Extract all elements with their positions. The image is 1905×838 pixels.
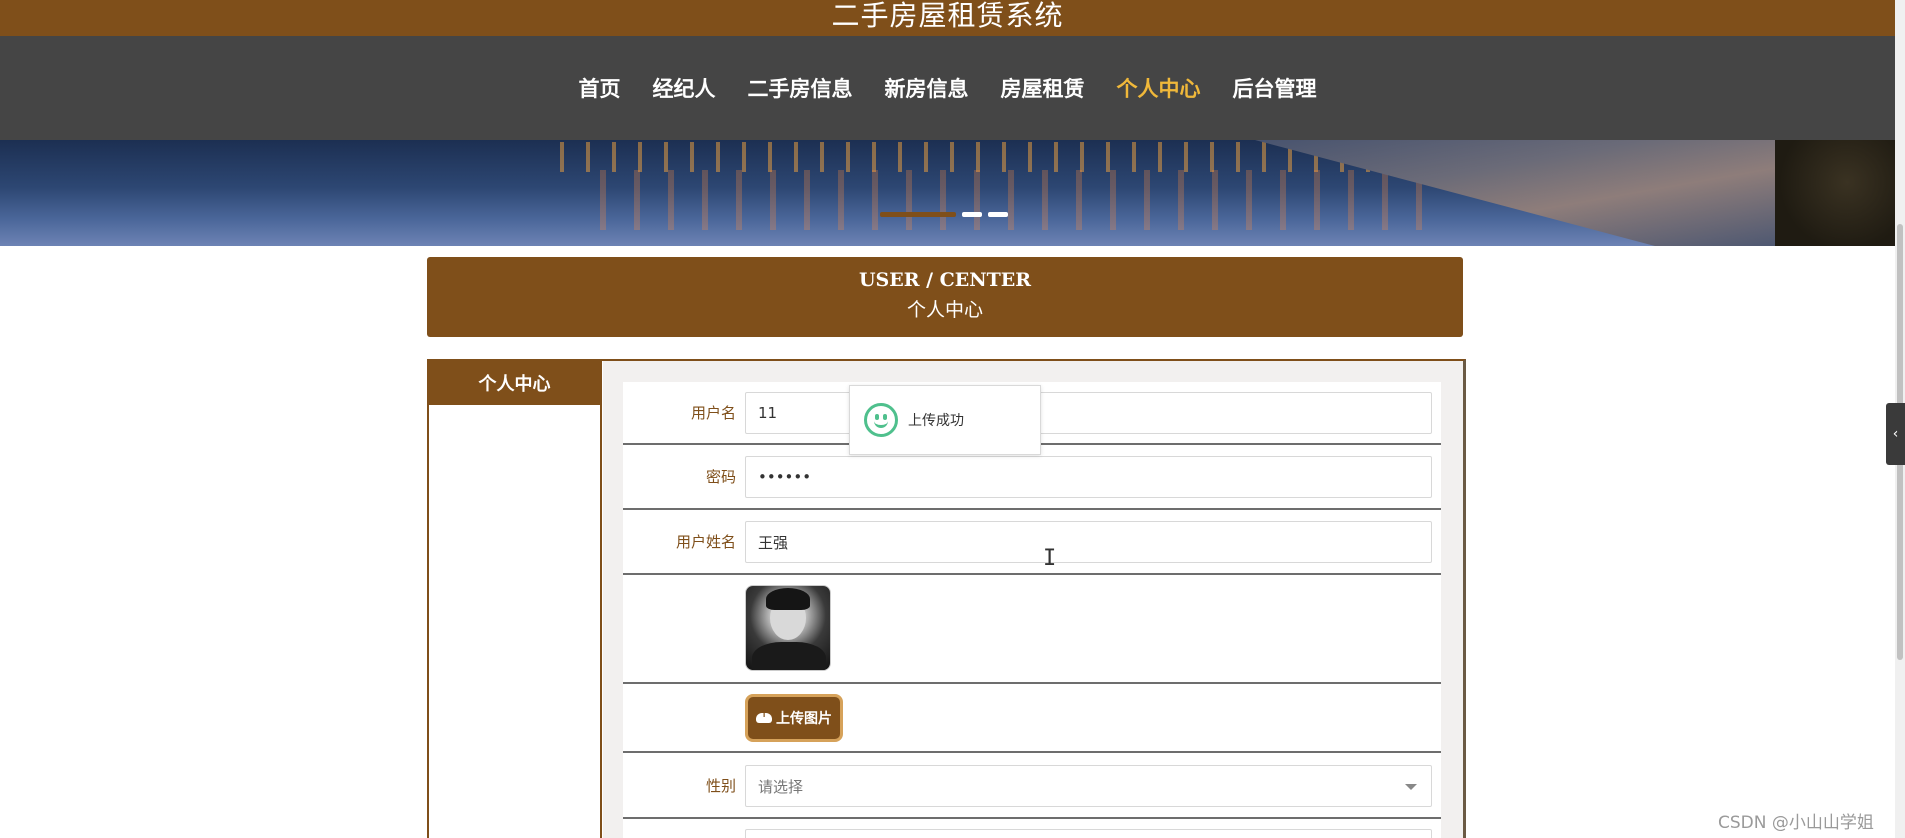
avatar-image <box>745 585 831 671</box>
password-input[interactable]: •••••• <box>745 456 1432 498</box>
nav-item-user-center[interactable]: 个人中心 <box>1101 73 1217 103</box>
main-nav: 首页 经纪人 二手房信息 新房信息 房屋租赁 个人中心 后台管理 <box>0 36 1895 140</box>
nav-item-agents[interactable]: 经纪人 <box>637 73 732 103</box>
side-menu: 个人中心 <box>429 361 602 838</box>
gender-select[interactable]: 请选择 <box>745 765 1432 807</box>
hero-banner <box>0 140 1895 246</box>
nav-item-admin[interactable]: 后台管理 <box>1217 73 1333 103</box>
side-menu-item-user-center[interactable]: 个人中心 <box>429 361 600 405</box>
upload-image-label: 上传图片 <box>776 711 832 727</box>
gender-select-placeholder: 请选择 <box>758 777 804 796</box>
banner-tree <box>1775 140 1895 246</box>
cloud-upload-icon <box>756 709 772 723</box>
smile-mouth <box>874 420 888 428</box>
carousel-dot-3[interactable] <box>988 212 1008 217</box>
avatar-hair <box>766 588 810 610</box>
form-row-next <box>623 819 1441 838</box>
watermark: CSDN @小山山学姐 <box>1718 813 1874 833</box>
top-bar: 二手房屋租赁系统 <box>0 0 1895 36</box>
form-row-upload: 上传图片 <box>623 684 1441 753</box>
avatar-body <box>752 642 826 670</box>
carousel-dot-1[interactable] <box>880 212 956 217</box>
realname-input[interactable]: 王强 <box>745 521 1432 563</box>
site-title: 二手房屋租赁系统 <box>831 0 1064 32</box>
carousel-dot-2[interactable] <box>962 212 982 217</box>
text-cursor-icon: I <box>1043 546 1057 571</box>
upload-success-toast: 上传成功 <box>849 385 1041 455</box>
carousel-dots <box>880 212 1008 217</box>
next-field-input[interactable] <box>745 829 1432 838</box>
smile-icon <box>864 403 898 437</box>
nav-item-home[interactable]: 首页 <box>563 73 637 103</box>
side-toggle-button[interactable]: ‹ <box>1886 403 1905 465</box>
chevron-left-icon: ‹ <box>1892 426 1899 442</box>
section-title-en: USER / CENTER <box>858 269 1032 291</box>
password-label: 密码 <box>705 468 736 486</box>
nav-item-second-hand[interactable]: 二手房信息 <box>732 73 869 103</box>
nav-item-new-homes[interactable]: 新房信息 <box>869 73 985 103</box>
toast-message: 上传成功 <box>908 413 964 429</box>
nav-item-rental[interactable]: 房屋租赁 <box>985 73 1101 103</box>
form-row-gender: 性别 请选择 <box>623 753 1441 819</box>
username-label: 用户名 <box>690 404 736 422</box>
gender-label: 性别 <box>705 777 736 795</box>
upload-image-button[interactable]: 上传图片 <box>745 694 843 742</box>
chevron-down-icon <box>1405 784 1417 790</box>
form-row-realname: 用户姓名 王强 <box>623 510 1441 575</box>
section-title-cn: 个人中心 <box>906 299 983 321</box>
realname-label: 用户姓名 <box>675 533 736 551</box>
form-row-avatar <box>623 575 1441 684</box>
section-header: USER / CENTER 个人中心 <box>427 257 1463 337</box>
banner-reflection <box>600 170 1450 230</box>
